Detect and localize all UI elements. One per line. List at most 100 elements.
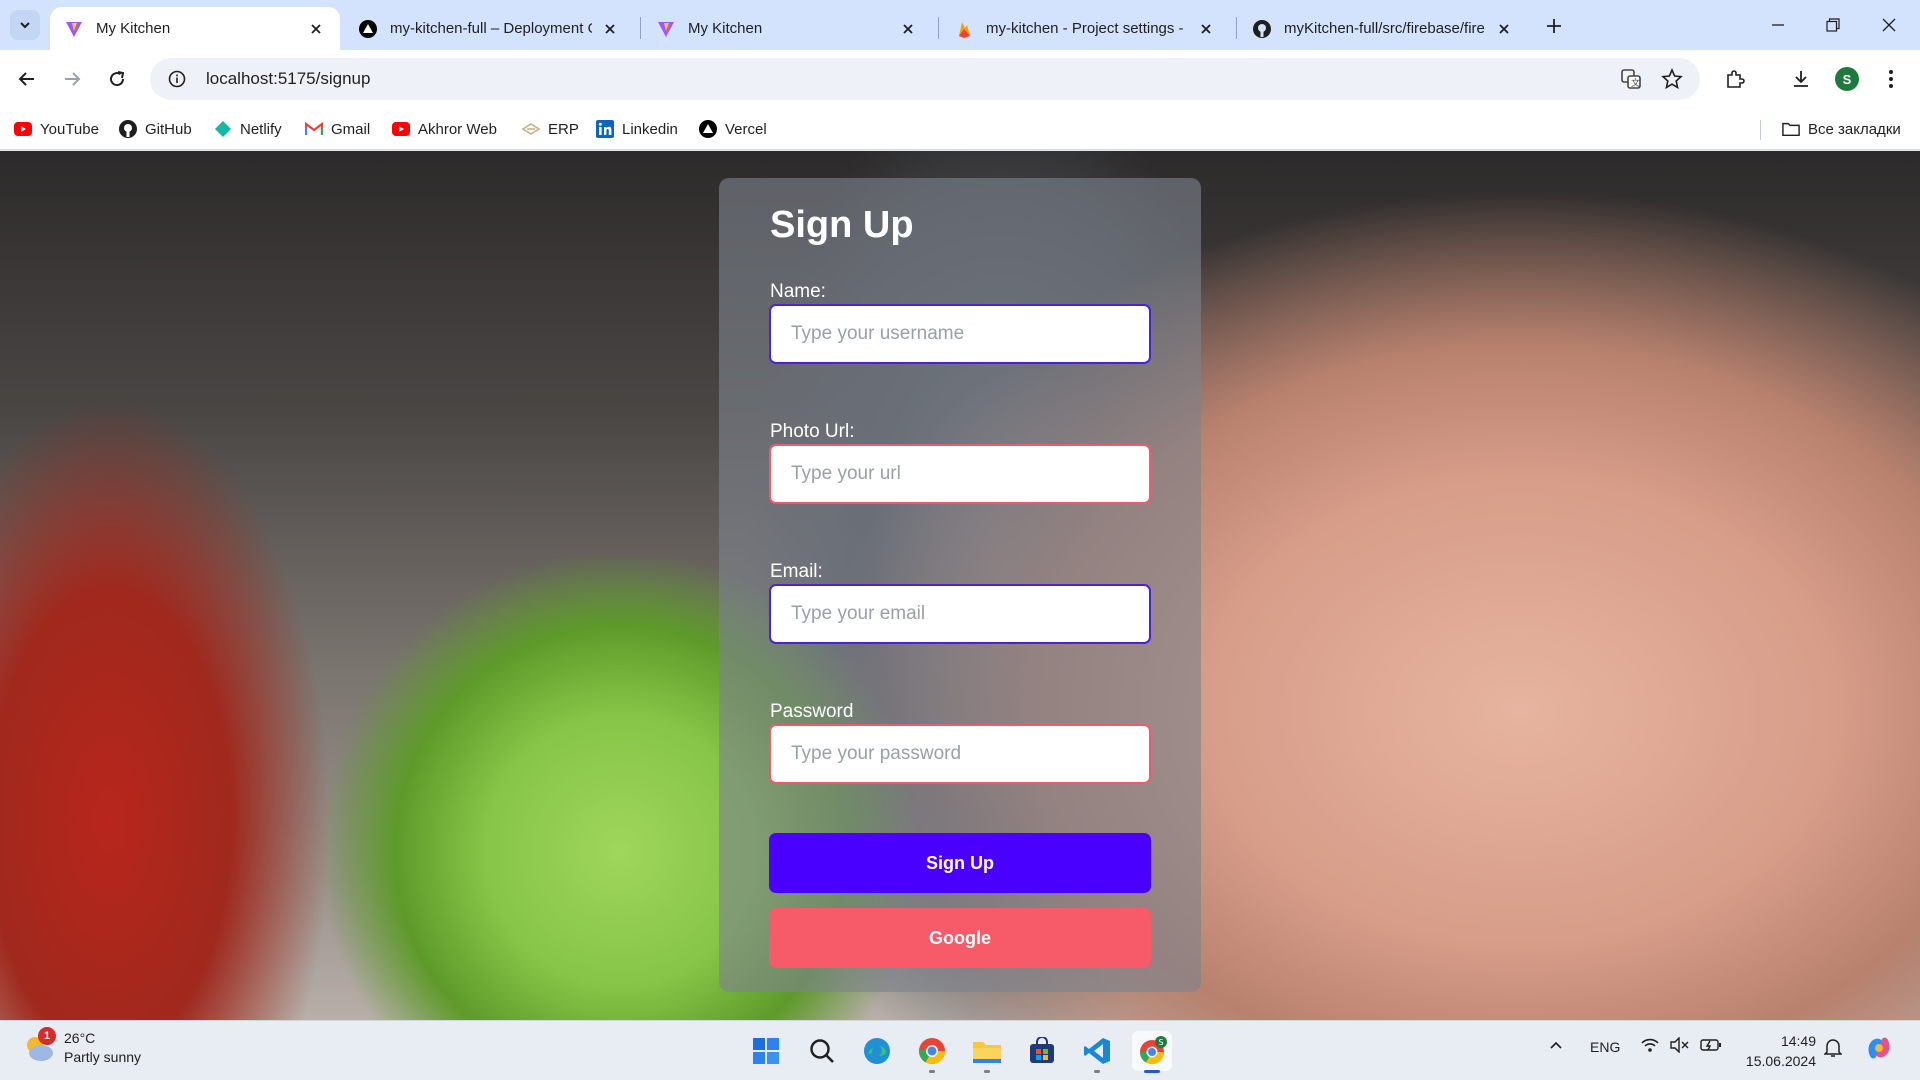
restore-button[interactable]: [1810, 8, 1856, 42]
running-indicator: [1094, 1070, 1100, 1073]
menu-button[interactable]: [1874, 62, 1908, 96]
profile-button[interactable]: S: [1830, 62, 1864, 96]
close-icon[interactable]: [898, 19, 918, 39]
tab-title: My Kitchen: [688, 20, 763, 37]
notifications-bell-icon[interactable]: [1823, 1038, 1843, 1061]
email-label: Email:: [770, 561, 823, 582]
minimize-button[interactable]: [1755, 8, 1801, 42]
bookmark-vercel[interactable]: Vercel: [699, 117, 767, 141]
name-input[interactable]: [769, 304, 1151, 364]
bookmark-label: Linkedin: [622, 120, 678, 138]
tab-title: myKitchen-full/src/firebase/fire: [1284, 20, 1485, 37]
translate-icon[interactable]: 文: [1616, 64, 1646, 94]
page-background: Sign Up Name: Photo Url: Email: Password…: [0, 151, 1920, 1020]
running-indicator: [984, 1070, 990, 1073]
vscode-icon: [1084, 1038, 1110, 1064]
taskbar-file-explorer[interactable]: [967, 1031, 1007, 1073]
battery-icon[interactable]: [1700, 1037, 1722, 1056]
clock-date: 15.06.2024: [1745, 1053, 1816, 1069]
extensions-button[interactable]: [1718, 62, 1752, 96]
store-icon: [1030, 1037, 1054, 1063]
taskbar-chrome[interactable]: [912, 1031, 952, 1073]
search-icon: [810, 1039, 834, 1063]
tab-my-kitchen-active[interactable]: My Kitchen: [50, 7, 340, 50]
wifi-icon[interactable]: [1640, 1037, 1660, 1056]
close-window-button[interactable]: [1866, 8, 1912, 42]
star-icon[interactable]: [1657, 64, 1687, 94]
sign-up-button[interactable]: Sign Up: [769, 833, 1151, 893]
file-explorer-icon: [973, 1042, 1001, 1063]
copilot-icon[interactable]: [1864, 1033, 1894, 1066]
weather-temp: 26°C: [64, 1030, 96, 1046]
site-info-icon[interactable]: [162, 64, 192, 94]
taskbar-vscode[interactable]: [1077, 1031, 1117, 1073]
vite-icon: [64, 19, 84, 39]
plus-icon: [1547, 19, 1561, 33]
back-button[interactable]: [10, 62, 44, 96]
gmail-icon: [305, 120, 323, 138]
download-icon: [1794, 71, 1808, 87]
start-icon: [753, 1038, 779, 1064]
close-icon[interactable]: [1494, 19, 1514, 39]
tab-title: my-kitchen - Project settings - F: [986, 20, 1188, 37]
tab-my-kitchen[interactable]: My Kitchen: [642, 7, 932, 50]
linkedin-icon: [596, 120, 614, 138]
photo-url-input[interactable]: [769, 444, 1151, 504]
taskbar-edge[interactable]: [857, 1031, 897, 1071]
tab-github-source[interactable]: myKitchen-full/src/firebase/fire: [1238, 7, 1528, 50]
new-tab-button[interactable]: [1540, 12, 1568, 40]
speaker-muted-icon[interactable]: [1670, 1036, 1690, 1056]
taskbar-search-button[interactable]: [802, 1031, 842, 1071]
vite-icon: [656, 19, 676, 39]
downloads-button[interactable]: [1784, 62, 1818, 96]
clock[interactable]: 14:49 15.06.2024: [1740, 1031, 1816, 1071]
avatar: S: [1835, 67, 1859, 91]
start-button[interactable]: [746, 1031, 786, 1071]
language-indicator[interactable]: ENG: [1590, 1039, 1620, 1055]
all-bookmarks-button[interactable]: Все закладки: [1782, 117, 1901, 141]
tab-strip: My Kitchen my-kitchen-full – Deployment …: [0, 0, 1920, 50]
forward-button[interactable]: [55, 62, 89, 96]
close-icon[interactable]: [306, 19, 326, 39]
show-hidden-icons-button[interactable]: [1548, 1037, 1564, 1056]
google-signin-button[interactable]: Google: [769, 908, 1151, 968]
github-icon: [1252, 19, 1272, 39]
bookmark-github[interactable]: GitHub: [119, 117, 192, 141]
clock-time: 14:49: [1780, 1033, 1816, 1049]
weather-widget[interactable]: 1 26°C Partly sunny: [22, 1027, 141, 1067]
youtube-icon: [14, 120, 32, 138]
reload-button[interactable]: [100, 62, 134, 96]
bookmark-gmail[interactable]: Gmail: [305, 117, 370, 141]
folder-icon: [1782, 120, 1800, 138]
password-input[interactable]: [769, 724, 1151, 784]
restore-icon: [1826, 18, 1840, 32]
bookmark-linkedin[interactable]: Linkedin: [596, 117, 678, 141]
chrome-icon: [918, 1038, 946, 1065]
tab-vercel-deployment[interactable]: my-kitchen-full – Deployment O: [344, 7, 634, 50]
bookmarks-bar: YouTube GitHub Netlify Gmail Akhror Web …: [0, 108, 1920, 150]
bookmark-youtube[interactable]: YouTube: [14, 117, 99, 141]
all-bookmarks-label: Все закладки: [1808, 120, 1901, 138]
puzzle-icon: [1727, 70, 1745, 88]
bookmark-netlify[interactable]: Netlify: [214, 117, 282, 141]
close-icon[interactable]: [1196, 19, 1216, 39]
taskbar-chrome-profile[interactable]: S: [1132, 1031, 1172, 1073]
arrow-right-icon: [65, 72, 81, 86]
tab-search-button[interactable]: [10, 10, 40, 40]
bookmark-erp[interactable]: ERP: [522, 117, 579, 141]
erp-icon: [522, 120, 540, 138]
active-indicator: [1144, 1070, 1160, 1073]
bookmark-akhror-web[interactable]: Akhror Web: [392, 117, 497, 141]
close-icon[interactable]: [600, 19, 620, 39]
address-bar[interactable]: localhost:5175/signup 文: [150, 58, 1700, 100]
browser-toolbar: localhost:5175/signup 文 S: [0, 50, 1920, 108]
password-label: Password: [770, 701, 854, 722]
bookmark-label: Netlify: [240, 120, 282, 138]
name-label: Name:: [770, 281, 826, 302]
tab-firebase-settings[interactable]: my-kitchen - Project settings - F: [940, 7, 1230, 50]
bookmark-label: ERP: [548, 120, 579, 138]
email-input[interactable]: [769, 584, 1151, 644]
running-indicator: [929, 1070, 935, 1073]
vercel-icon: [358, 19, 378, 39]
taskbar-store[interactable]: [1022, 1031, 1062, 1071]
